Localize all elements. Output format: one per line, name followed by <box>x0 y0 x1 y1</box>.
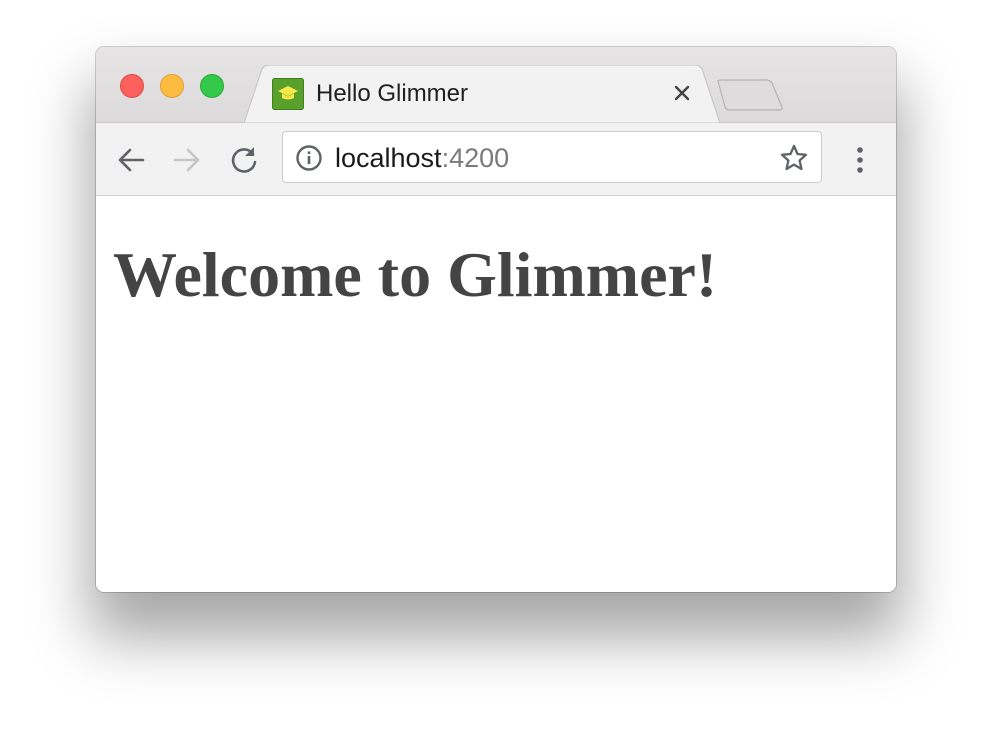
page-content: Welcome to Glimmer! <box>96 196 896 592</box>
back-arrow-icon[interactable] <box>116 145 146 175</box>
browser-window: Hello Glimmer localhost:4200 Welcome to … <box>96 47 896 592</box>
star-icon[interactable] <box>779 143 809 173</box>
forward-arrow-icon[interactable] <box>172 145 202 175</box>
menu-dots-icon[interactable] <box>850 145 870 175</box>
url-port: :4200 <box>441 143 510 173</box>
tab-title: Hello Glimmer <box>316 80 469 107</box>
graduation-cap-icon <box>272 78 304 110</box>
address-bar[interactable]: localhost:4200 <box>282 131 822 183</box>
window-close-button[interactable] <box>120 74 144 98</box>
tab-close-icon[interactable] <box>670 81 694 105</box>
window-maximize-button[interactable] <box>200 74 224 98</box>
url-text: localhost:4200 <box>335 142 509 174</box>
browser-toolbar: localhost:4200 <box>96 123 896 196</box>
page-heading: Welcome to Glimmer! <box>113 239 718 310</box>
reload-icon[interactable] <box>229 145 259 175</box>
new-tab-button[interactable] <box>716 79 786 113</box>
tab-strip: Hello Glimmer <box>96 47 896 123</box>
url-host: localhost <box>335 143 442 173</box>
info-icon[interactable] <box>295 144 323 172</box>
tab-hello-glimmer[interactable]: Hello Glimmer <box>244 65 720 123</box>
window-minimize-button[interactable] <box>160 74 184 98</box>
